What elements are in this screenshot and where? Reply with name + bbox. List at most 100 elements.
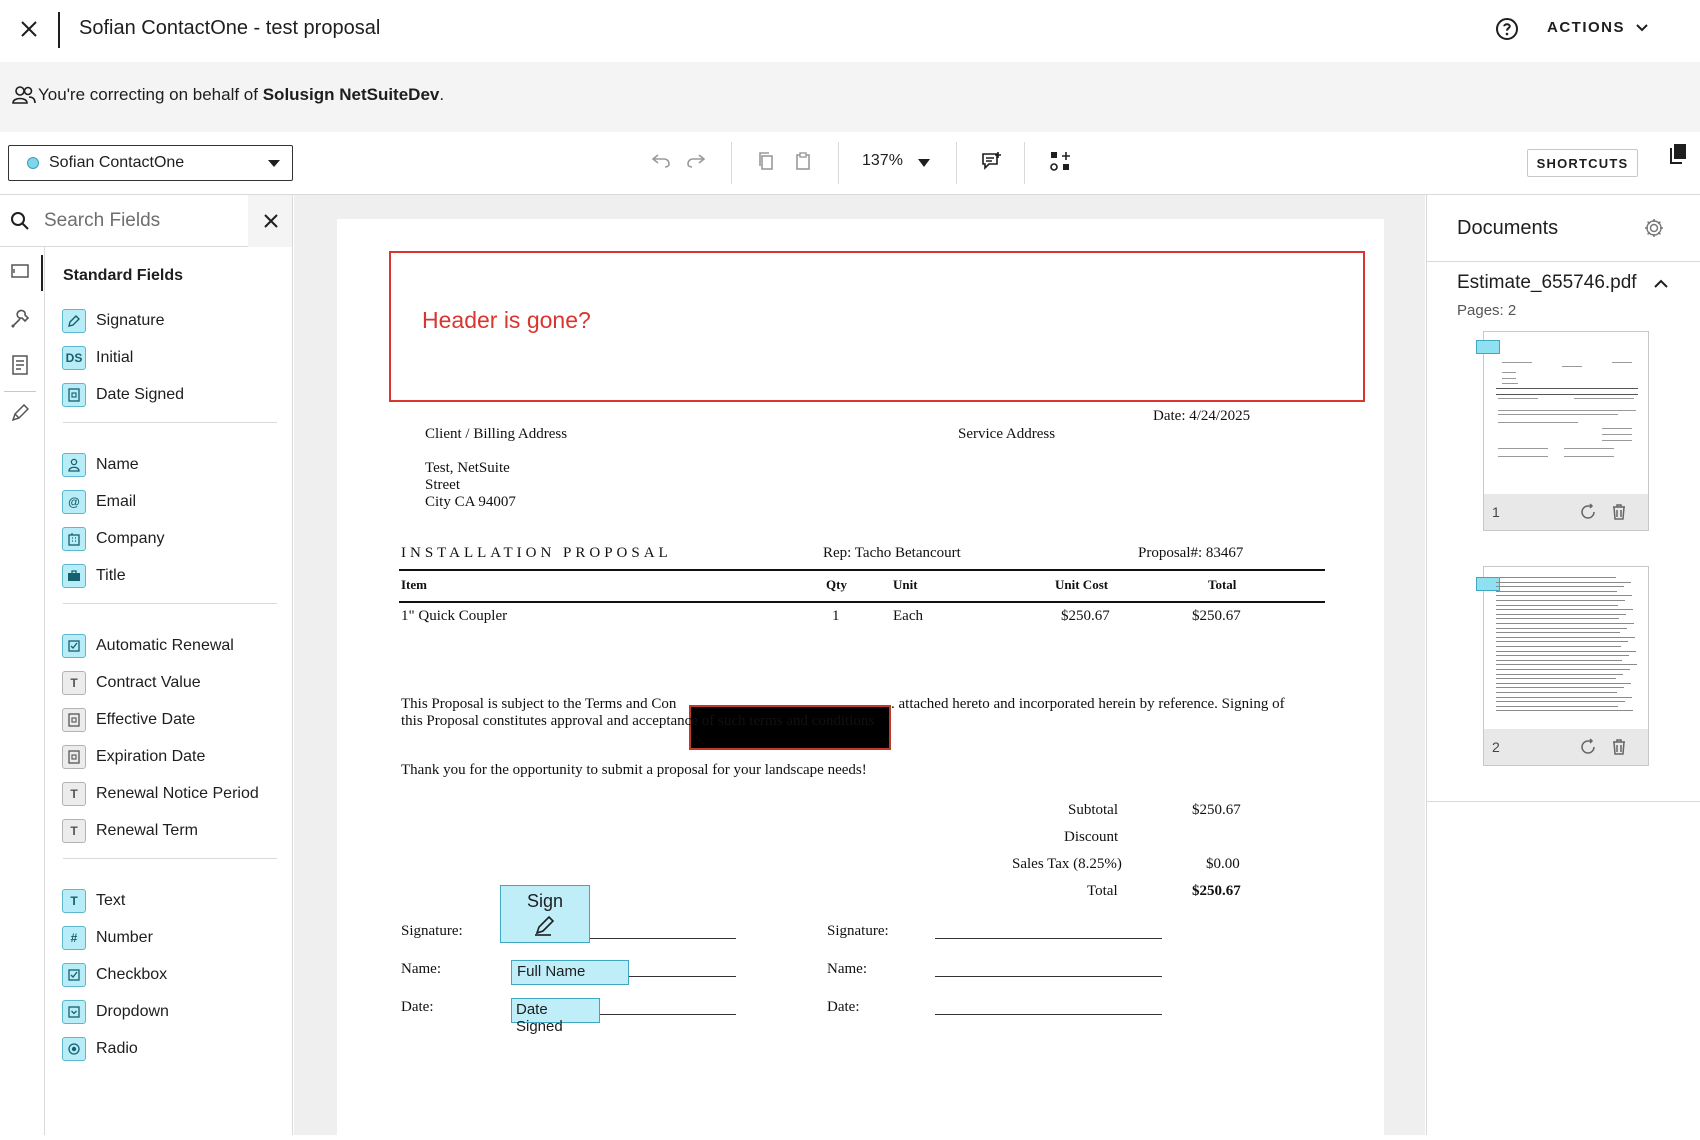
chevron-down-icon	[1636, 23, 1648, 31]
table-top-rule	[399, 569, 1325, 571]
search-icon	[10, 211, 30, 236]
field-label: Expiration Date	[96, 748, 206, 765]
rotate-icon[interactable]	[1579, 503, 1597, 521]
sign-here-tag[interactable]: Sign	[500, 885, 590, 943]
field-label: Name	[96, 456, 139, 473]
text-icon: T	[62, 671, 86, 695]
documents-panel-icon[interactable]	[1664, 140, 1692, 168]
actions-menu-button[interactable]: ACTIONS	[1547, 19, 1649, 36]
header-comment-box[interactable]: Header is gone?	[389, 251, 1365, 402]
page-thumbnail[interactable]: 1	[1476, 331, 1649, 531]
redo-icon[interactable]	[682, 147, 710, 175]
address-line: Test, NetSuite	[425, 460, 510, 476]
sign-tag-label: Sign	[526, 891, 564, 911]
documents-panel: Documents Estimate_655746.pdf Pages: 2 1	[1426, 195, 1700, 1135]
date-icon	[62, 708, 86, 732]
text-icon: T	[62, 819, 86, 843]
signer-tag-marker	[1476, 577, 1500, 591]
terms-text-start: This Proposal is subject to the Terms an…	[401, 696, 677, 712]
terms-text-line2: this Proposal constitutes approval and a…	[401, 713, 875, 729]
documents-title: Documents	[1457, 217, 1559, 239]
field-item-title[interactable]: Title	[62, 562, 126, 590]
date-signed-tag[interactable]: Date Signed	[511, 998, 600, 1035]
col-header-item: Item	[401, 577, 427, 592]
shortcuts-button[interactable]: SHORTCUTS	[1527, 149, 1638, 177]
field-label: Renewal Notice Period	[96, 785, 259, 802]
active-tab-indicator	[41, 255, 43, 291]
annotate-pencil-icon[interactable]	[8, 401, 32, 425]
col-header-total: Total	[1208, 577, 1237, 592]
subtotal-value: $250.67	[1192, 802, 1241, 818]
field-item-effective-date[interactable]: Effective Date	[62, 706, 195, 734]
trash-icon[interactable]	[1611, 738, 1627, 756]
page-thumbnail[interactable]: 2	[1476, 566, 1649, 766]
field-label: Automatic Renewal	[96, 637, 234, 654]
dropdown-icon	[62, 1000, 86, 1024]
custom-fields-tab-icon[interactable]	[8, 307, 32, 331]
field-label: Title	[96, 567, 126, 584]
name-label: Name:	[401, 961, 441, 977]
copy-icon[interactable]	[752, 147, 780, 175]
signature-label: Signature:	[401, 923, 463, 939]
standard-fields-tab-icon[interactable]	[8, 259, 32, 283]
field-item-automatic-renewal[interactable]: Automatic Renewal	[62, 632, 234, 660]
title-divider	[58, 12, 60, 48]
field-logic-icon[interactable]	[1046, 147, 1074, 175]
trash-icon[interactable]	[1611, 503, 1627, 521]
sales-tax-value: $0.00	[1206, 856, 1240, 872]
field-item-dropdown[interactable]: Dropdown	[62, 998, 169, 1026]
correcting-banner: You're correcting on behalf of Solusign …	[0, 62, 1700, 132]
name-line	[935, 976, 1162, 977]
banner-account: Solusign NetSuiteDev	[262, 85, 440, 104]
date-icon	[62, 745, 86, 769]
rotate-icon[interactable]	[1579, 738, 1597, 756]
document-name[interactable]: Estimate_655746.pdf	[1457, 272, 1647, 294]
zoom-caret-icon[interactable]	[918, 159, 930, 167]
field-item-initial[interactable]: DS Initial	[62, 344, 133, 372]
add-comment-icon[interactable]	[978, 147, 1006, 175]
chevron-up-icon[interactable]	[1653, 277, 1673, 297]
help-icon[interactable]	[1495, 17, 1519, 41]
field-item-expiration-date[interactable]: Expiration Date	[62, 743, 205, 771]
date-label: Date:	[827, 999, 860, 1015]
field-label: Checkbox	[96, 966, 168, 983]
field-label: Effective Date	[96, 711, 196, 728]
field-item-renewal-term[interactable]: T Renewal Term	[62, 817, 198, 845]
field-item-email[interactable]: @ Email	[62, 488, 136, 516]
undo-icon[interactable]	[647, 147, 675, 175]
rep-name: Rep: Tacho Betancourt	[823, 545, 961, 561]
sales-tax-label: Sales Tax (8.25%)	[1012, 856, 1122, 872]
document-page[interactable]: Header is gone? Date: 4/24/2025 Client /…	[337, 219, 1384, 1135]
briefcase-icon	[62, 564, 86, 588]
clear-search-icon[interactable]	[248, 195, 292, 247]
thumbnail-footer: 2	[1484, 729, 1648, 765]
top-bar: Sofian ContactOne - test proposal ACTION…	[0, 0, 1700, 62]
field-label: Email	[96, 493, 137, 510]
gear-icon[interactable]	[1643, 217, 1665, 239]
field-group-divider	[63, 603, 277, 604]
field-item-checkbox[interactable]: Checkbox	[62, 961, 167, 989]
field-label: Renewal Term	[96, 822, 198, 839]
field-item-radio[interactable]: Radio	[62, 1035, 138, 1063]
thumbnail-footer: 1	[1484, 494, 1648, 530]
field-item-date-signed[interactable]: Date Signed	[62, 381, 184, 409]
recipient-select[interactable]: Sofian ContactOne	[8, 145, 293, 181]
document-canvas[interactable]: Header is gone? Date: 4/24/2025 Client /…	[294, 195, 1425, 1135]
field-item-company[interactable]: Company	[62, 525, 164, 553]
users-icon	[12, 85, 36, 105]
close-icon[interactable]	[14, 14, 44, 44]
full-name-tag[interactable]: Full Name	[511, 960, 629, 985]
search-fields-input[interactable]	[44, 205, 244, 237]
document-fields-tab-icon[interactable]	[8, 353, 32, 377]
field-item-name[interactable]: Name	[62, 451, 139, 479]
field-item-text[interactable]: T Text	[62, 887, 125, 915]
field-item-number[interactable]: # Number	[62, 924, 153, 952]
paste-icon[interactable]	[789, 147, 817, 175]
table-cell-item: 1" Quick Coupler	[401, 608, 508, 624]
radio-icon	[62, 1037, 86, 1061]
zoom-level[interactable]: 137%	[862, 152, 903, 170]
field-item-renewal-notice-period[interactable]: T Renewal Notice Period	[62, 780, 259, 808]
thumbnail-page-number: 2	[1492, 739, 1500, 755]
field-item-signature[interactable]: Signature	[62, 307, 165, 335]
field-item-contract-value[interactable]: T Contract Value	[62, 669, 201, 697]
